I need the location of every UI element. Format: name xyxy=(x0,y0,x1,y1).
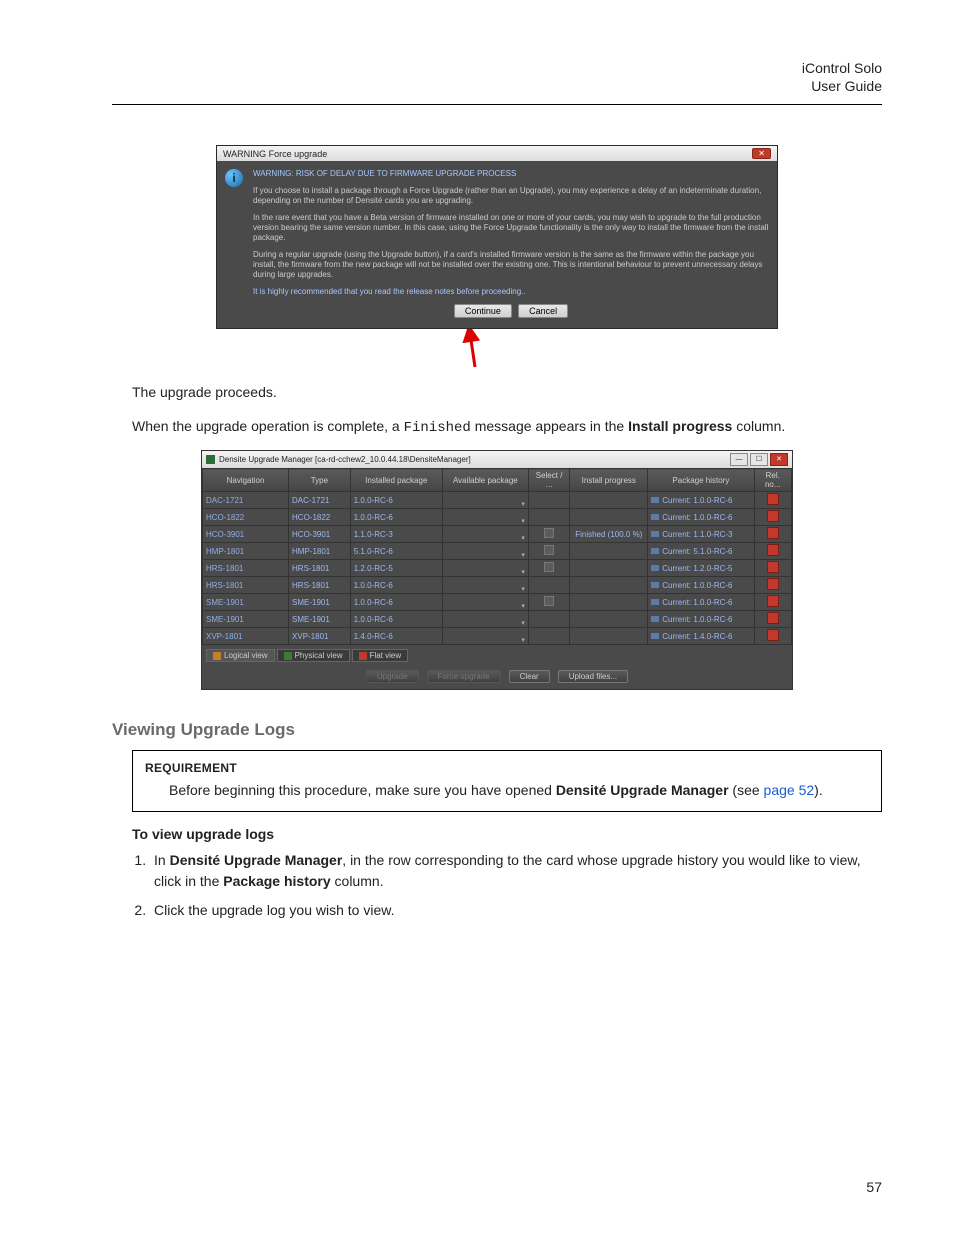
pdf-icon[interactable] xyxy=(767,544,779,556)
table-row[interactable]: XVP-1801XVP-18011.4.0-RC-6Current: 1.4.0… xyxy=(203,628,792,645)
warning-title: WARNING Force upgrade xyxy=(223,149,327,159)
col-header[interactable]: Package history xyxy=(648,469,754,492)
requirement-box: REQUIREMENT Before beginning this proced… xyxy=(132,750,882,812)
table-row[interactable]: SME-1901SME-19011.0.0-RC-6Current: 1.0.0… xyxy=(203,611,792,628)
upgrade-button: Upgrade xyxy=(366,670,419,683)
tab-flat[interactable]: Flat view xyxy=(352,649,409,662)
pdf-icon[interactable] xyxy=(767,612,779,624)
history-icon xyxy=(651,633,659,639)
pdf-icon[interactable] xyxy=(767,561,779,573)
table-row[interactable]: HMP-1801HMP-18015.1.0-RC-6Current: 5.1.0… xyxy=(203,543,792,560)
history-icon xyxy=(651,531,659,537)
page-number: 57 xyxy=(866,1179,882,1195)
col-header[interactable]: Rel. no... xyxy=(754,469,792,492)
tab-logical[interactable]: Logical view xyxy=(206,649,275,662)
table-row[interactable]: DAC-1721DAC-17211.0.0-RC-6Current: 1.0.0… xyxy=(203,492,792,509)
clear-button[interactable]: Clear xyxy=(509,670,550,683)
header-rule xyxy=(112,104,882,105)
page-link[interactable]: page 52 xyxy=(764,782,815,798)
warning-dialog: WARNING Force upgrade ✕ i WARNING: RISK … xyxy=(216,145,778,329)
section-heading: Viewing Upgrade Logs xyxy=(112,720,882,740)
maximize-icon[interactable]: ☐ xyxy=(750,453,768,466)
manager-title: Densite Upgrade Manager [ca-rd-cchew2_10… xyxy=(219,455,471,464)
history-icon xyxy=(651,616,659,622)
text-complete: When the upgrade operation is complete, … xyxy=(132,417,882,439)
table-row[interactable]: HRS-1801HRS-18011.2.0-RC-5Current: 1.2.0… xyxy=(203,560,792,577)
step-2: Click the upgrade log you wish to view. xyxy=(150,900,882,921)
procedure-heading: To view upgrade logs xyxy=(132,826,882,842)
col-header[interactable]: Select / ... xyxy=(528,469,569,492)
table-row[interactable]: HCO-3901HCO-39011.1.0-RC-3Finished (100.… xyxy=(203,526,792,543)
pdf-icon[interactable] xyxy=(767,510,779,522)
force-upgrade-button: Force upgrade xyxy=(427,670,501,683)
step-1: In Densité Upgrade Manager, in the row c… xyxy=(150,850,882,892)
pdf-icon[interactable] xyxy=(767,578,779,590)
warning-p2: In the rare event that you have a Beta v… xyxy=(253,213,769,243)
history-icon xyxy=(651,565,659,571)
warning-p1: If you choose to install a package throu… xyxy=(253,186,769,206)
col-header[interactable]: Navigation xyxy=(203,469,289,492)
info-icon: i xyxy=(225,169,243,187)
table-row[interactable]: HRS-1801HRS-18011.0.0-RC-6Current: 1.0.0… xyxy=(203,577,792,594)
checkbox-icon[interactable] xyxy=(544,528,554,538)
header-doc: User Guide xyxy=(112,78,882,94)
warning-p4: It is highly recommended that you read t… xyxy=(253,287,769,297)
requirement-body: Before beginning this procedure, make su… xyxy=(169,781,869,801)
red-arrow-annotation xyxy=(217,335,777,369)
pdf-icon[interactable] xyxy=(767,629,779,641)
upload-files-button[interactable]: Upload files... xyxy=(558,670,628,683)
close-icon[interactable]: ✕ xyxy=(752,148,771,159)
table-row[interactable]: HCO-1822HCO-18221.0.0-RC-6Current: 1.0.0… xyxy=(203,509,792,526)
warning-p3: During a regular upgrade (using the Upgr… xyxy=(253,250,769,280)
header-product: iControl Solo xyxy=(112,60,882,76)
col-header[interactable]: Available package xyxy=(442,469,528,492)
col-header[interactable]: Type xyxy=(289,469,351,492)
text-proceeds: The upgrade proceeds. xyxy=(132,383,882,403)
checkbox-icon[interactable] xyxy=(544,545,554,555)
history-icon xyxy=(651,582,659,588)
checkbox-icon[interactable] xyxy=(544,596,554,606)
warning-heading: WARNING: RISK OF DELAY DUE TO FIRMWARE U… xyxy=(253,169,769,179)
history-icon xyxy=(651,548,659,554)
history-icon xyxy=(651,514,659,520)
checkbox-icon[interactable] xyxy=(544,562,554,572)
minimize-icon[interactable]: — xyxy=(730,453,748,466)
tab-physical[interactable]: Physical view xyxy=(277,649,350,662)
col-header[interactable]: Install progress xyxy=(570,469,648,492)
table-row[interactable]: SME-1901SME-19011.0.0-RC-6Current: 1.0.0… xyxy=(203,594,792,611)
history-icon xyxy=(651,497,659,503)
app-icon xyxy=(206,455,215,464)
pdf-icon[interactable] xyxy=(767,527,779,539)
pdf-icon[interactable] xyxy=(767,595,779,607)
continue-button[interactable]: Continue xyxy=(454,304,512,318)
requirement-label: REQUIREMENT xyxy=(145,761,869,775)
pdf-icon[interactable] xyxy=(767,493,779,505)
close-icon[interactable]: ✕ xyxy=(770,453,788,466)
upgrade-manager-window: Densite Upgrade Manager [ca-rd-cchew2_10… xyxy=(201,450,793,690)
history-icon xyxy=(651,599,659,605)
col-header[interactable]: Installed package xyxy=(350,469,442,492)
upgrade-table: NavigationTypeInstalled packageAvailable… xyxy=(202,468,792,645)
cancel-button[interactable]: Cancel xyxy=(518,304,568,318)
